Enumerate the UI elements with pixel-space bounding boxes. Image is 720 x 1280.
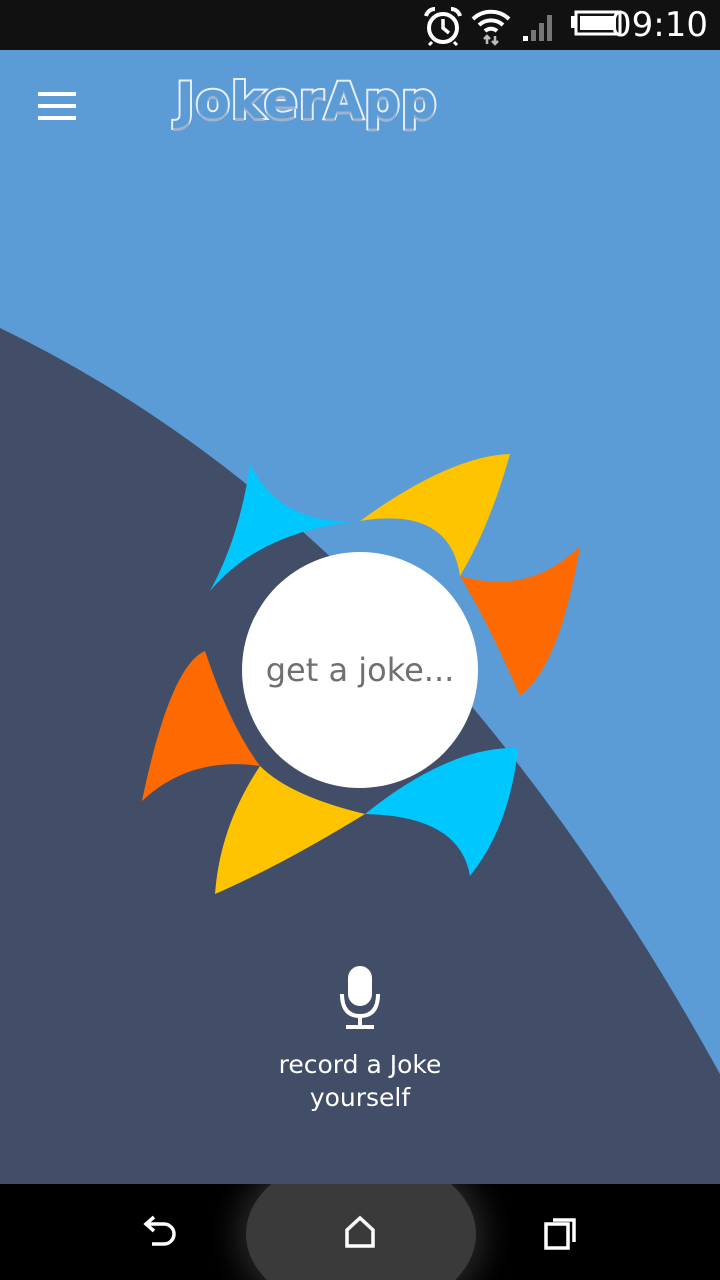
record-joke-label: record a Joke yourself [278,1050,442,1112]
alarm-icon [424,7,462,46]
hamburger-menu-icon[interactable] [28,84,84,128]
get-joke-button[interactable]: get a joke... [242,552,478,788]
navigation-bar [0,1184,720,1280]
menu-bar-line [38,104,76,108]
status-time: 09:10 [610,5,708,45]
menu-bar-line [38,92,76,96]
back-icon[interactable] [134,1208,184,1258]
record-joke-button[interactable]: record a Joke yourself [240,964,480,1124]
app-title-logo: JokerApp [174,70,439,132]
home-icon[interactable] [335,1208,385,1258]
recent-apps-icon[interactable] [536,1208,586,1258]
signal-icon [523,15,552,41]
wifi-icon [471,9,511,46]
status-bar: 09:10 [0,0,720,50]
screen: 09:10 JokerApp get a joke... record a Jo… [0,0,720,1280]
menu-bar-line [38,116,76,120]
microphone-icon [340,966,380,1029]
get-joke-label: get a joke... [265,651,455,689]
app-content: JokerApp get a joke... record a Joke you… [0,50,720,1184]
